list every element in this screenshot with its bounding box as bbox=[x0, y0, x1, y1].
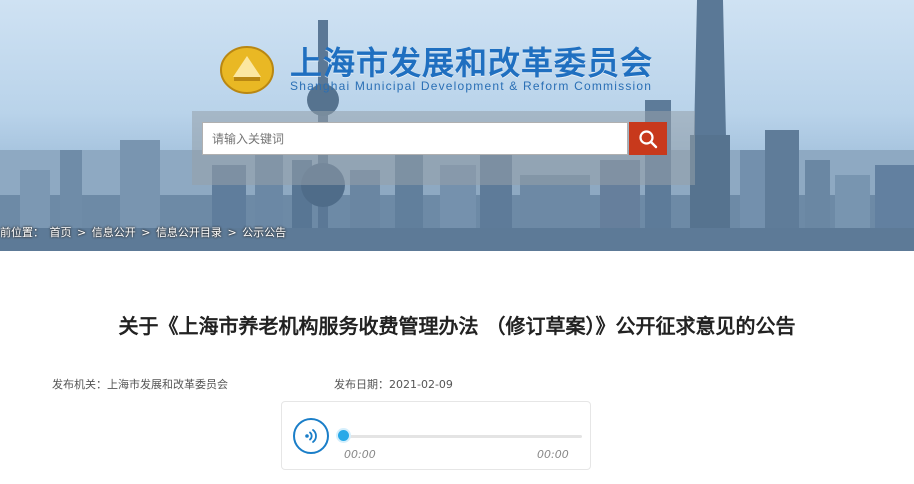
audio-player: 00:00 00:00 bbox=[281, 401, 591, 470]
publisher-info: 发布机关：上海市发展和改革委员会 bbox=[52, 376, 228, 392]
breadcrumb-item-announcements[interactable]: 公示公告 bbox=[242, 226, 286, 239]
article-title: 关于《上海市养老机构服务收费管理办法 （修订草案）》公开征求意见的公告 bbox=[118, 314, 796, 338]
publisher-value: 上海市发展和改革委员会 bbox=[107, 378, 228, 391]
breadcrumb-item-info-disclosure[interactable]: 信息公开 bbox=[92, 226, 136, 239]
breadcrumb-item-info-catalog[interactable]: 信息公开目录 bbox=[156, 226, 222, 239]
audio-current-time: 00:00 bbox=[344, 448, 376, 461]
publish-date-info: 发布日期：2021-02-09 bbox=[334, 376, 453, 392]
breadcrumb-item-home[interactable]: 首页 bbox=[50, 226, 72, 239]
date-label: 发布日期： bbox=[334, 378, 389, 391]
audio-progress-track[interactable] bbox=[342, 435, 582, 438]
header-banner: 上海市发展和改革委员会 Shanghai Municipal Developme… bbox=[0, 0, 914, 251]
breadcrumb-prefix: 前位置： bbox=[0, 226, 44, 239]
breadcrumb: 前位置： 首页 > 信息公开 > 信息公开目录 > 公示公告 bbox=[0, 224, 288, 240]
site-subtitle: Shanghai Municipal Development & Reform … bbox=[290, 79, 653, 93]
site-title: 上海市发展和改革委员会 bbox=[290, 44, 654, 82]
municipal-emblem-icon bbox=[219, 44, 275, 98]
breadcrumb-separator: > bbox=[77, 226, 87, 239]
search-icon bbox=[639, 129, 658, 148]
audio-duration: 00:00 bbox=[537, 448, 569, 461]
breadcrumb-separator: > bbox=[227, 226, 237, 239]
breadcrumb-separator: > bbox=[141, 226, 151, 239]
audio-progress-handle[interactable] bbox=[338, 430, 349, 441]
audio-play-button[interactable] bbox=[293, 418, 329, 454]
date-value: 2021-02-09 bbox=[389, 378, 453, 391]
audio-speaker-icon bbox=[305, 429, 317, 443]
publisher-label: 发布机关： bbox=[52, 378, 107, 391]
search-input[interactable] bbox=[202, 122, 628, 155]
search-button[interactable] bbox=[629, 122, 667, 155]
